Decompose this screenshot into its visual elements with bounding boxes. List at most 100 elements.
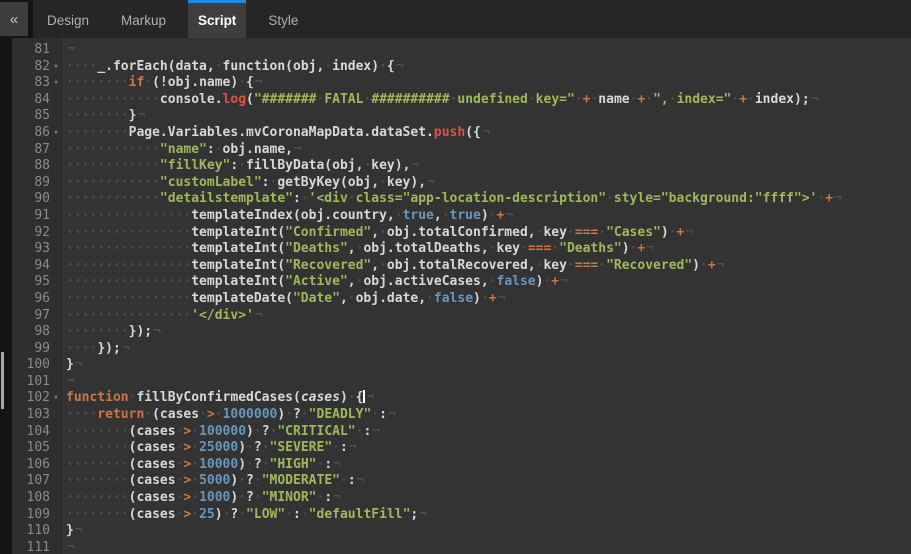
code-line-text[interactable]: ········(cases·>·5000)·?·"MODERATE"·:¬ (62, 473, 911, 490)
code-token: index); (755, 92, 810, 107)
line-number: 96 (12, 291, 50, 308)
code-line-text[interactable]: ············console.log("#######·FATAL·#… (62, 92, 911, 109)
code-line-text[interactable]: ················templateDate("Date",·obj… (62, 291, 911, 308)
code-line-text[interactable]: ····return·(cases·>·1000000)·?·"DEADLY"·… (62, 407, 911, 424)
whitespace-dot: · (481, 291, 489, 306)
code-token: "CRITICAL" (277, 424, 355, 439)
tab-script[interactable]: Script (188, 0, 246, 38)
code-line-text[interactable]: ················templateIndex(obj.countr… (62, 208, 911, 225)
fold-spacer (50, 92, 62, 109)
code-token: ? (246, 473, 254, 488)
fold-arrow-icon[interactable]: ▾ (50, 59, 62, 76)
code-line-text[interactable]: ············"name":·obj.name,¬ (62, 142, 911, 159)
code-token: 5000 (199, 473, 230, 488)
code-line-text[interactable]: ¬ (62, 374, 911, 391)
code-line: 87············"name":·obj.name,¬ (12, 142, 911, 159)
code-line-text[interactable]: }¬ (62, 523, 911, 540)
fold-spacer (50, 424, 62, 441)
whitespace-dots: ················ (66, 208, 191, 223)
code-token: "Active" (285, 274, 348, 289)
code-line-text[interactable]: ········(cases·>·1000)·?·"MINOR"·:¬ (62, 490, 911, 507)
code-line-text[interactable]: ················templateInt("Deaths",·ob… (62, 241, 911, 258)
code-line-text[interactable]: ········if·(!obj.name)·{¬ (62, 75, 911, 92)
fold-spacer (50, 42, 62, 59)
tab-markup[interactable]: Markup (111, 0, 176, 38)
fold-arrow-icon[interactable]: ▾ (50, 125, 62, 142)
code-line-text[interactable]: function·fillByConfirmedCases(cases)·{¬ (62, 390, 911, 407)
eol-mark: ¬ (395, 59, 404, 74)
code-line: 83▾········if·(!obj.name)·{¬ (12, 75, 911, 92)
code-token: (cases (129, 473, 176, 488)
fold-spacer (50, 457, 62, 474)
code-line-text[interactable]: ········Page.Variables.mvCoronaMapData.d… (62, 125, 911, 142)
whitespace-dot: · (246, 440, 254, 455)
line-number: 103 (12, 407, 50, 424)
code-line-text[interactable]: ················'</div>'¬ (62, 308, 911, 325)
fold-spacer (50, 341, 62, 358)
code-line-text[interactable]: ············"fillKey":·fillByData(obj,·k… (62, 158, 911, 175)
code-line-text[interactable]: ········(cases·>·10000)·?·"HIGH"·:¬ (62, 457, 911, 474)
code-line-text[interactable]: ················templateInt("Recovered",… (62, 258, 911, 275)
whitespace-dot: · (191, 507, 199, 522)
code-line-text[interactable]: ¬ (62, 540, 911, 554)
eol-mark: ¬ (66, 42, 75, 57)
code-token: , (434, 208, 442, 223)
fold-arrow-icon[interactable]: ▾ (50, 75, 62, 92)
code-token: "HIGH" (270, 457, 317, 472)
whitespace-dot: · (191, 473, 199, 488)
code-lines[interactable]: 81¬82▾····_.forEach(data,·function(obj,·… (12, 38, 911, 554)
line-number: 86 (12, 125, 50, 142)
eol-mark: ¬ (66, 540, 75, 554)
code-token: 10000 (199, 457, 238, 472)
code-line-text[interactable]: ················templateInt("Confirmed",… (62, 225, 911, 242)
code-line-text[interactable]: ········(cases·>·25)·?·"LOW"·:·"defaultF… (62, 507, 911, 524)
whitespace-dots: ········ (66, 507, 129, 522)
whitespace-dots: ···· (66, 407, 97, 422)
eol-mark: ¬ (136, 108, 145, 123)
code-token: "MINOR" (262, 490, 317, 505)
code-line: 98········});¬ (12, 324, 911, 341)
code-line: 92················templateInt("Confirmed… (12, 225, 911, 242)
fold-spacer (50, 191, 62, 208)
code-line-text[interactable]: ············"detailstemplate":·'<div·cla… (62, 191, 911, 208)
eol-mark: ¬ (371, 424, 380, 439)
code-token: cases (301, 390, 340, 405)
fold-arrow-icon[interactable]: ▾ (50, 390, 62, 407)
code-token: ? (262, 424, 270, 439)
script-editor: 81¬82▾····_.forEach(data,·function(obj,·… (0, 38, 911, 554)
whitespace-dots: ············ (66, 92, 160, 107)
code-token: name (598, 92, 629, 107)
scrollbar-thumb[interactable] (1, 352, 4, 409)
whitespace-dot: · (598, 225, 606, 240)
code-line-text[interactable]: }¬ (62, 357, 911, 374)
collapse-panel-button[interactable]: « (0, 2, 28, 36)
left-scrollbar-rail[interactable] (0, 38, 12, 554)
code-token: : (262, 175, 270, 190)
whitespace-dot: · (238, 158, 246, 173)
whitespace-dot: · (301, 407, 309, 422)
code-token: key (543, 225, 566, 240)
code-line-text[interactable]: ¬ (62, 42, 911, 59)
fold-spacer (50, 374, 62, 391)
code-line-text[interactable]: ····_.forEach(data,·function(obj,·index)… (62, 59, 911, 76)
code-line-text[interactable]: ········(cases·>·25000)·?·"SEVERE"·:¬ (62, 440, 911, 457)
line-number: 101 (12, 374, 50, 391)
tab-style[interactable]: Style (258, 0, 308, 38)
code-token: + (551, 274, 559, 289)
code-line-text[interactable]: ········});¬ (62, 324, 911, 341)
code-token: obj.totalConfirmed, (387, 225, 536, 240)
code-token: 1000000 (223, 407, 278, 422)
code-line-text[interactable]: ················templateInt("Active",·ob… (62, 274, 911, 291)
tab-design[interactable]: Design (37, 0, 99, 38)
code-token: "Deaths" (285, 241, 348, 256)
whitespace-dot: · (489, 241, 497, 256)
code-line-text[interactable]: ····});¬ (62, 341, 911, 358)
whitespace-dot: · (191, 440, 199, 455)
code-token: : (379, 407, 387, 422)
whitespace-dot: · (348, 291, 356, 306)
whitespace-dot: · (144, 75, 152, 90)
code-line-text[interactable]: ········}¬ (62, 108, 911, 125)
code-token: style="background:"ffff">' (614, 191, 818, 206)
code-line-text[interactable]: ············"customLabel":·getByKey(obj,… (62, 175, 911, 192)
code-line-text[interactable]: ········(cases·>·100000)·?·"CRITICAL"·:¬ (62, 424, 911, 441)
